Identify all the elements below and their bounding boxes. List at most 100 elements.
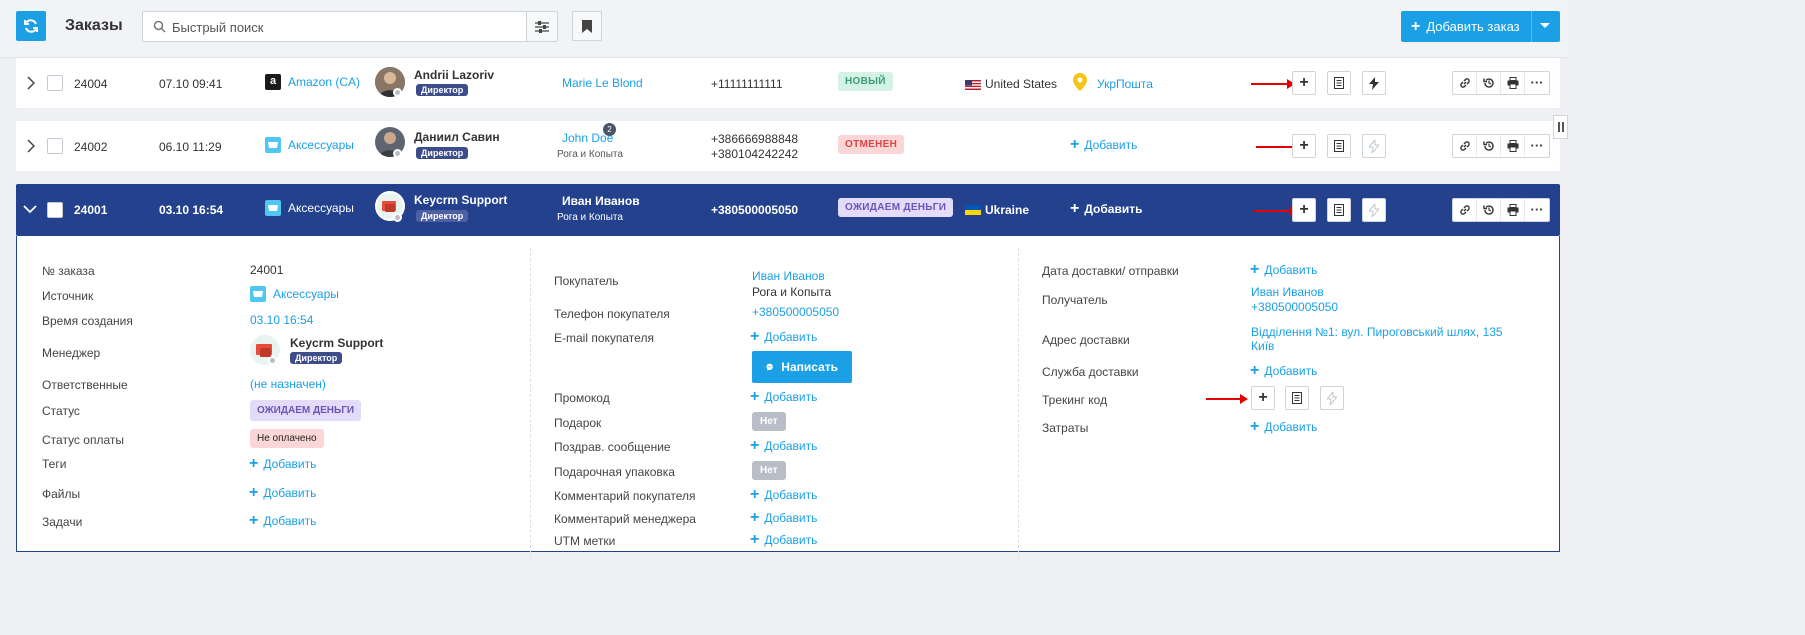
lightning-button[interactable]: [1362, 134, 1386, 158]
add-promo-button[interactable]: + Добавить: [750, 388, 817, 405]
created-label: Время создания: [42, 314, 133, 328]
history-icon[interactable]: [1477, 199, 1501, 221]
status-badge[interactable]: ОТМЕНЕН: [838, 135, 905, 154]
add-tag-button[interactable]: + Добавить: [249, 456, 316, 472]
created-value[interactable]: 03.10 16:54: [250, 313, 313, 327]
add-greeting-button[interactable]: + Добавить: [750, 438, 818, 454]
add-label: Добавить: [764, 439, 818, 453]
source-label: Источник: [42, 289, 94, 303]
chevron-right-icon[interactable]: [27, 139, 35, 153]
status-badge[interactable]: ОЖИДАЕМ ДЕНЬГИ: [838, 198, 954, 217]
row-checkbox[interactable]: [47, 202, 63, 218]
row-actions: ···: [1452, 198, 1550, 222]
add-button[interactable]: +: [1292, 71, 1316, 95]
link-icon[interactable]: [1453, 72, 1477, 94]
order-row-selected[interactable]: 24001 03.10 16:54 Аксессуары Keycrm Supp…: [16, 184, 1560, 236]
document-button[interactable]: [1327, 134, 1351, 158]
address-line-1[interactable]: Відділення №1: вул. Пироговський шлях, 1…: [1251, 325, 1503, 339]
add-manager-comment-button[interactable]: + Добавить: [750, 509, 817, 526]
add-file-button[interactable]: + Добавить: [249, 484, 316, 501]
recipient-label: Получатель: [1042, 293, 1108, 307]
add-button[interactable]: +: [1292, 198, 1316, 222]
order-row[interactable]: 24004 07.10 09:41 a Amazon (CA) Andrii L…: [16, 58, 1560, 108]
chevron-down-icon[interactable]: [23, 205, 37, 214]
print-icon[interactable]: [1501, 199, 1525, 221]
order-number-value: 24001: [250, 263, 284, 277]
plus-icon: +: [750, 509, 760, 526]
lightning-button[interactable]: [1362, 71, 1386, 95]
source-value[interactable]: Аксессуары: [273, 287, 339, 301]
row-actions: ···: [1452, 134, 1550, 158]
add-delivery-date-button[interactable]: + Добавить: [1250, 262, 1317, 278]
chevron-down-icon[interactable]: [1540, 23, 1550, 28]
amazon-icon: a: [265, 74, 281, 90]
document-button[interactable]: [1327, 198, 1351, 222]
manager-name: Andrii Lazoriv: [414, 68, 495, 82]
buyer-name[interactable]: Иван Иванов: [562, 194, 640, 208]
lightning-button[interactable]: [1362, 198, 1386, 222]
buyer-name[interactable]: Иван Иванов: [752, 269, 825, 283]
gift-toggle[interactable]: Нет: [752, 412, 786, 431]
plus-icon: +: [249, 484, 259, 501]
add-task-button[interactable]: + Добавить: [249, 513, 316, 529]
plus-icon: +: [1250, 418, 1260, 435]
add-email-button[interactable]: + Добавить: [750, 329, 817, 345]
order-row[interactable]: 24002 06.10 11:29 Аксессуары Даниил Сави…: [16, 121, 1560, 171]
address-line-2[interactable]: Київ: [1251, 339, 1274, 353]
add-delivery-button[interactable]: + Добавить: [1070, 201, 1142, 217]
order-id: 24002: [74, 140, 108, 154]
gift-wrap-toggle[interactable]: Нет: [752, 461, 786, 480]
responsible-value[interactable]: (не назначен): [250, 377, 326, 391]
recipient-name[interactable]: Иван Иванов: [1251, 285, 1324, 299]
order-source[interactable]: Аксессуары: [288, 138, 354, 152]
order-source[interactable]: Аксессуары: [288, 201, 354, 215]
bookmark-button[interactable]: [572, 11, 602, 41]
print-icon[interactable]: [1501, 135, 1525, 157]
tracking-lightning-button[interactable]: [1320, 386, 1344, 410]
write-message-button[interactable]: Написать: [752, 351, 852, 383]
chevron-right-icon[interactable]: [27, 76, 35, 90]
status-badge[interactable]: ОЖИДАЕМ ДЕНЬГИ: [250, 400, 362, 421]
row-checkbox[interactable]: [47, 75, 63, 91]
document-icon: [1334, 140, 1344, 152]
status-badge[interactable]: НОВЫЙ: [838, 72, 893, 91]
tags-label: Теги: [42, 457, 67, 471]
add-delivery-service-button[interactable]: + Добавить: [1250, 362, 1317, 379]
row-checkbox[interactable]: [47, 138, 63, 154]
gift-wrap-label: Подарочная упаковка: [554, 465, 675, 479]
order-source[interactable]: Amazon (CA): [288, 75, 360, 89]
add-button[interactable]: +: [1292, 134, 1316, 158]
buyer-phone[interactable]: +380500005050: [752, 305, 839, 319]
print-icon[interactable]: [1501, 72, 1525, 94]
add-cost-button[interactable]: + Добавить: [1250, 418, 1317, 435]
top-bar: Заказы Быстрый поиск + Добавить заказ: [0, 0, 1568, 58]
more-icon[interactable]: ···: [1525, 199, 1549, 221]
plus-icon: +: [1250, 362, 1260, 379]
delivery-service[interactable]: УкрПошта: [1097, 77, 1153, 91]
add-tracking-button[interactable]: +: [1251, 386, 1275, 410]
link-icon[interactable]: [1453, 135, 1477, 157]
recipient-phone[interactable]: +380500005050: [1251, 300, 1338, 314]
document-icon: [1292, 392, 1302, 404]
more-icon[interactable]: ···: [1525, 135, 1549, 157]
add-order-divider: [1531, 11, 1532, 42]
side-panel-toggle[interactable]: [1553, 115, 1568, 139]
refresh-button[interactable]: [16, 11, 46, 41]
add-utm-button[interactable]: + Добавить: [750, 532, 817, 548]
add-buyer-comment-button[interactable]: + Добавить: [750, 487, 817, 503]
link-icon[interactable]: [1453, 199, 1477, 221]
buyer-name[interactable]: Marie Le Blond: [562, 76, 643, 90]
history-icon[interactable]: [1477, 135, 1501, 157]
shop-cart-icon: [265, 200, 281, 216]
more-icon[interactable]: ···: [1525, 72, 1549, 94]
document-button[interactable]: [1327, 71, 1351, 95]
manager-name: Keycrm Support: [414, 193, 508, 207]
add-order-button[interactable]: + Добавить заказ: [1401, 11, 1560, 42]
history-icon[interactable]: [1477, 72, 1501, 94]
tracking-document-button[interactable]: [1285, 386, 1309, 410]
payment-status-badge[interactable]: Не оплачено: [250, 429, 324, 448]
add-delivery-button[interactable]: + Добавить: [1070, 137, 1137, 153]
plus-icon: +: [750, 388, 760, 405]
search-filter-button[interactable]: [526, 12, 557, 41]
search-input[interactable]: Быстрый поиск: [142, 11, 558, 42]
